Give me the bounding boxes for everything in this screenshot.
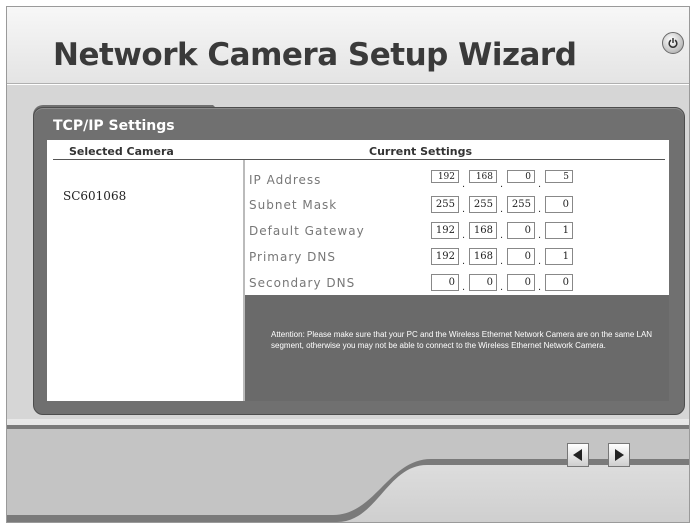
right-arrow-icon bbox=[615, 449, 624, 461]
octet-field[interactable]: 255 bbox=[507, 196, 535, 213]
octet-field[interactable]: 0 bbox=[545, 196, 573, 213]
octet-separator: . bbox=[538, 255, 542, 267]
octet-field[interactable]: 0 bbox=[507, 248, 535, 265]
octet-separator: . bbox=[500, 281, 504, 293]
octet-separator: . bbox=[462, 203, 466, 215]
octet-separator: . bbox=[538, 281, 542, 293]
power-icon bbox=[668, 38, 678, 48]
left-arrow-icon bbox=[573, 449, 582, 461]
back-button[interactable] bbox=[567, 443, 589, 467]
tab-label: TCP/IP Settings bbox=[53, 118, 175, 134]
octet-separator: . bbox=[462, 178, 466, 190]
octet-field[interactable]: 0 bbox=[507, 222, 535, 239]
setting-label: IP Address bbox=[249, 173, 322, 187]
wizard-window: Network Camera Setup Wizard TCP/IP Setti… bbox=[6, 6, 690, 523]
page-title: Network Camera Setup Wizard bbox=[53, 37, 577, 73]
octet-separator: . bbox=[500, 255, 504, 267]
power-button[interactable] bbox=[662, 32, 684, 54]
octet-separator: . bbox=[500, 229, 504, 241]
octet-field[interactable]: 0 bbox=[545, 274, 573, 291]
footer-wave bbox=[7, 425, 689, 522]
header-divider bbox=[7, 83, 689, 84]
octet-field[interactable]: 192 bbox=[431, 222, 459, 239]
octet-field[interactable]: 255 bbox=[431, 196, 459, 213]
camera-list-item[interactable]: SC601068 bbox=[63, 189, 126, 203]
octet-field[interactable]: 255 bbox=[469, 196, 497, 213]
next-button[interactable] bbox=[608, 443, 630, 467]
attention-text: Attention: Please make sure that your PC… bbox=[271, 330, 653, 350]
octet-field[interactable]: 5 bbox=[545, 170, 573, 183]
header-rule bbox=[53, 159, 665, 160]
setting-label: Primary DNS bbox=[249, 250, 337, 264]
octet-field[interactable]: 1 bbox=[545, 248, 573, 265]
octet-separator: . bbox=[500, 178, 504, 190]
octet-field[interactable]: 168 bbox=[469, 248, 497, 265]
setting-label: Secondary DNS bbox=[249, 276, 356, 290]
setting-label: Subnet Mask bbox=[249, 198, 338, 212]
current-settings-header: Current Settings bbox=[369, 145, 473, 158]
octet-field[interactable]: 168 bbox=[469, 222, 497, 239]
octet-field[interactable]: 0 bbox=[469, 274, 497, 291]
octet-separator: . bbox=[538, 203, 542, 215]
octet-separator: . bbox=[538, 229, 542, 241]
octet-field[interactable]: 0 bbox=[507, 170, 535, 183]
setting-label: Default Gateway bbox=[249, 224, 365, 238]
octet-separator: . bbox=[462, 229, 466, 241]
octet-separator: . bbox=[500, 203, 504, 215]
octet-field[interactable]: 0 bbox=[507, 274, 535, 291]
octet-field[interactable]: 0 bbox=[431, 274, 459, 291]
octet-field[interactable]: 1 bbox=[545, 222, 573, 239]
octet-separator: . bbox=[462, 255, 466, 267]
octet-field[interactable]: 192 bbox=[431, 170, 459, 183]
octet-separator: . bbox=[462, 281, 466, 293]
octet-field[interactable]: 192 bbox=[431, 248, 459, 265]
octet-separator: . bbox=[538, 178, 542, 190]
octet-field[interactable]: 168 bbox=[469, 170, 497, 183]
selected-camera-header: Selected Camera bbox=[69, 145, 174, 158]
